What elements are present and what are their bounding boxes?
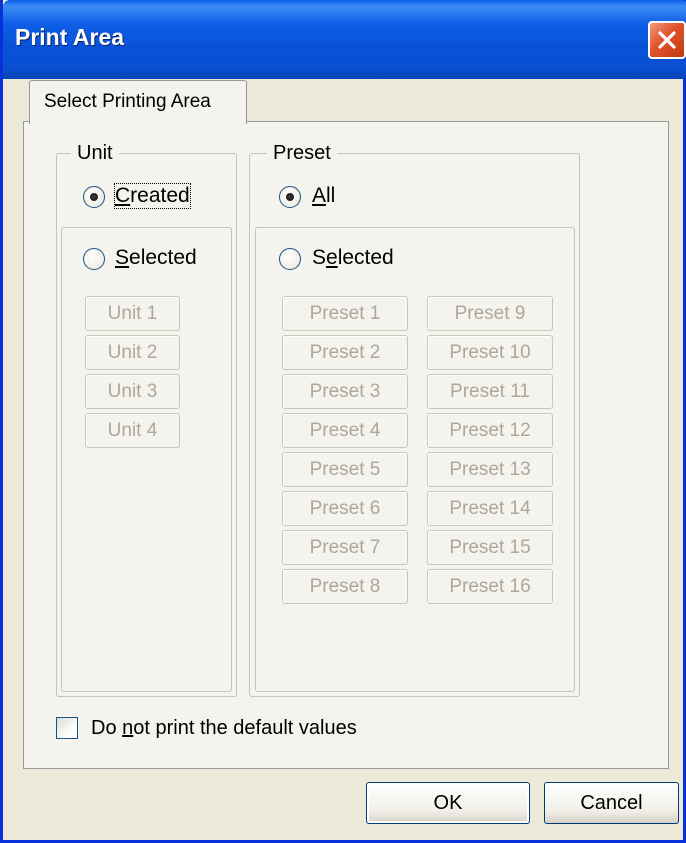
default-values-text-after: ot print the default values: [133, 717, 357, 739]
default-values-checkbox[interactable]: [56, 717, 78, 739]
unit-created-radio[interactable]: [83, 186, 105, 208]
unit-created-label[interactable]: Created: [114, 183, 191, 209]
preset-selected-label[interactable]: Selected: [312, 246, 394, 270]
unit-created-mnemonic: C: [115, 184, 131, 207]
preset-button[interactable]: Preset 16: [427, 569, 553, 604]
preset-all-label[interactable]: All: [312, 184, 335, 208]
unit-selected-mnemonic: S: [115, 246, 130, 269]
unit-selected-text: elected: [129, 246, 197, 269]
unit-created-text: reated: [130, 184, 190, 207]
preset-button[interactable]: Preset 2: [282, 335, 408, 370]
preset-selected-text-after: lected: [337, 246, 394, 269]
print-area-dialog: Print Area Select Printing Area Unit Cre…: [0, 0, 686, 843]
preset-button[interactable]: Preset 13: [427, 452, 553, 487]
radio-selected-dot: [286, 193, 294, 201]
unit-button[interactable]: Unit 4: [85, 413, 180, 448]
preset-button[interactable]: Preset 5: [282, 452, 408, 487]
unit-group-label: Unit: [71, 142, 119, 165]
unit-button[interactable]: Unit 3: [85, 374, 180, 409]
default-values-text-before: Do: [91, 717, 123, 739]
unit-button[interactable]: Unit 2: [85, 335, 180, 370]
close-icon: [658, 31, 676, 49]
preset-button[interactable]: Preset 7: [282, 530, 408, 565]
cancel-button[interactable]: Cancel: [544, 782, 679, 824]
preset-button[interactable]: Preset 3: [282, 374, 408, 409]
preset-selected-mnemonic: e: [326, 246, 338, 269]
unit-selected-radio[interactable]: [83, 248, 105, 270]
preset-button[interactable]: Preset 6: [282, 491, 408, 526]
preset-button[interactable]: Preset 4: [282, 413, 408, 448]
close-button[interactable]: [648, 21, 686, 59]
preset-all-radio[interactable]: [279, 186, 301, 208]
window-title: Print Area: [15, 24, 125, 50]
preset-button[interactable]: Preset 15: [427, 530, 553, 565]
preset-button[interactable]: Preset 14: [427, 491, 553, 526]
title-bar[interactable]: Print Area: [3, 0, 686, 79]
preset-button[interactable]: Preset 11: [427, 374, 553, 409]
preset-button[interactable]: Preset 1: [282, 296, 408, 331]
default-values-mnemonic: n: [122, 717, 134, 739]
preset-all-mnemonic: A: [312, 184, 327, 207]
preset-selected-radio[interactable]: [279, 248, 301, 270]
preset-button[interactable]: Preset 12: [427, 413, 553, 448]
preset-selected-text-before: S: [312, 246, 327, 269]
unit-button[interactable]: Unit 1: [85, 296, 180, 331]
tab-label: Select Printing Area: [44, 91, 211, 112]
preset-group-label: Preset: [267, 142, 337, 165]
unit-selected-label[interactable]: Selected: [115, 246, 197, 270]
preset-button[interactable]: Preset 8: [282, 569, 408, 604]
tab-select-printing-area[interactable]: Select Printing Area: [29, 80, 247, 124]
preset-button[interactable]: Preset 10: [427, 335, 553, 370]
radio-selected-dot: [90, 193, 98, 201]
ok-button[interactable]: OK: [366, 782, 530, 824]
default-values-label[interactable]: Do not print the default values: [91, 717, 357, 740]
preset-button[interactable]: Preset 9: [427, 296, 553, 331]
preset-all-text: ll: [326, 184, 336, 207]
